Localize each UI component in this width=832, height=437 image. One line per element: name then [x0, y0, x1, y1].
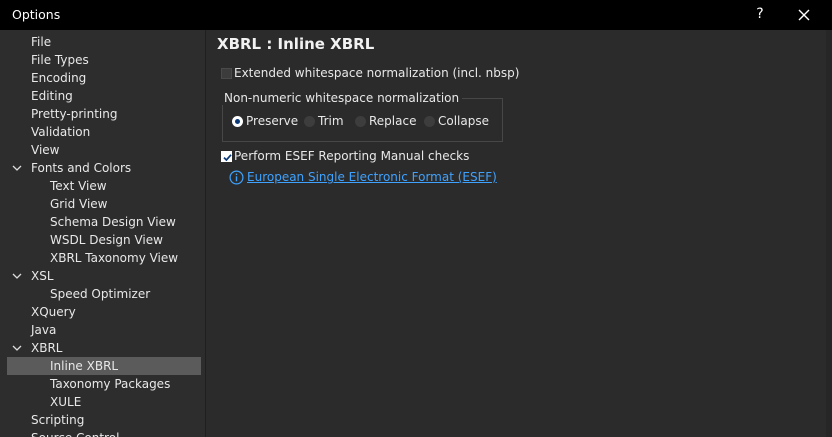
- radio-trim[interactable]: [304, 116, 315, 127]
- tree-item-speed-optimizer[interactable]: Speed Optimizer: [7, 285, 201, 303]
- tree-item-label: Validation: [31, 125, 91, 139]
- panel-edge: [826, 30, 832, 437]
- tree-item-label: View: [31, 143, 60, 157]
- tree-item-inline-xbrl[interactable]: Inline XBRL: [7, 357, 201, 375]
- options-dialog: Options ? File File Types Encoding Editi…: [0, 0, 832, 437]
- esef-link[interactable]: European Single Electronic Format (ESEF): [247, 170, 497, 184]
- tree-item-taxonomy-packages[interactable]: Taxonomy Packages: [7, 375, 201, 393]
- tree-item-label: File: [31, 35, 52, 49]
- close-button[interactable]: [788, 0, 820, 30]
- options-tree[interactable]: File File Types Encoding Editing Pretty-…: [0, 30, 205, 437]
- page-title: XBRL : Inline XBRL: [217, 35, 375, 53]
- tree-item-label: Scripting: [31, 413, 85, 427]
- chevron-down-icon[interactable]: [12, 164, 22, 172]
- tree-item-java[interactable]: Java: [7, 321, 201, 339]
- tree-item-label: XULE: [50, 395, 82, 409]
- radio-collapse[interactable]: [424, 116, 435, 127]
- tree-item-pretty-printing[interactable]: Pretty-printing: [7, 105, 201, 123]
- tree-item-label: Java: [31, 323, 57, 337]
- tree-item-label: XBRL: [31, 341, 63, 355]
- radio-collapse-label[interactable]: Collapse: [438, 114, 489, 128]
- info-icon: [229, 170, 244, 185]
- tree-item-label: XBRL Taxonomy View: [50, 251, 179, 265]
- help-button[interactable]: ?: [748, 0, 772, 30]
- chevron-down-icon[interactable]: [12, 344, 22, 352]
- tree-item-xquery[interactable]: XQuery: [7, 303, 201, 321]
- esef-checks-label[interactable]: Perform ESEF Reporting Manual checks: [234, 149, 469, 163]
- tree-item-label: XSL: [31, 269, 54, 283]
- tree-item-xsl[interactable]: XSL: [7, 267, 201, 285]
- settings-panel: XBRL : Inline XBRL Extended whitespace n…: [206, 30, 826, 437]
- tree-item-label: WSDL Design View: [50, 233, 163, 247]
- radio-preserve[interactable]: [232, 116, 243, 127]
- radio-replace[interactable]: [355, 116, 366, 127]
- tree-item-label: Source Control: [31, 429, 119, 437]
- extended-whitespace-label[interactable]: Extended whitespace normalization (incl.…: [234, 66, 519, 80]
- tree-item-wsdl-design-view[interactable]: WSDL Design View: [7, 231, 201, 249]
- chevron-down-icon[interactable]: [12, 272, 22, 280]
- tree-item-encoding[interactable]: Encoding: [7, 69, 201, 87]
- extended-whitespace-checkbox[interactable]: [221, 68, 232, 79]
- tree-item-view[interactable]: View: [7, 141, 201, 159]
- tree-item-file[interactable]: File: [7, 33, 201, 51]
- tree-item-text-view[interactable]: Text View: [7, 177, 201, 195]
- tree-item-label: XQuery: [31, 305, 76, 319]
- checkmark-icon: [223, 154, 232, 162]
- tree-item-label: Speed Optimizer: [50, 287, 151, 301]
- radio-trim-label[interactable]: Trim: [318, 114, 344, 128]
- tree-item-source-control[interactable]: Source Control: [7, 429, 201, 437]
- tree-item-label: Encoding: [31, 71, 87, 85]
- tree-item-label: Schema Design View: [50, 215, 176, 229]
- tree-item-file-types[interactable]: File Types: [7, 51, 201, 69]
- tree-item-xbrl-taxonomy-view[interactable]: XBRL Taxonomy View: [7, 249, 201, 267]
- title-bar: Options ?: [0, 0, 832, 30]
- esef-checks-checkbox[interactable]: [221, 151, 232, 162]
- tree-item-editing[interactable]: Editing: [7, 87, 201, 105]
- tree-item-validation[interactable]: Validation: [7, 123, 201, 141]
- tree-item-grid-view[interactable]: Grid View: [7, 195, 201, 213]
- tree-item-label: Editing: [31, 89, 73, 103]
- tree-item-label: Pretty-printing: [31, 107, 118, 121]
- tree-item-scripting[interactable]: Scripting: [7, 411, 201, 429]
- tree-item-fonts-and-colors[interactable]: Fonts and Colors: [7, 159, 201, 177]
- tree-item-label: Inline XBRL: [50, 359, 119, 373]
- tree-item-label: Grid View: [50, 197, 108, 211]
- tree-item-xule[interactable]: XULE: [7, 393, 201, 411]
- whitespace-group-legend: Non-numeric whitespace normalization: [222, 91, 463, 105]
- tree-item-label: Fonts and Colors: [31, 161, 132, 175]
- tree-item-xbrl[interactable]: XBRL: [7, 339, 201, 357]
- radio-replace-label[interactable]: Replace: [369, 114, 416, 128]
- tree-item-label: Text View: [50, 179, 107, 193]
- close-icon: [798, 9, 810, 21]
- window-title: Options: [12, 7, 61, 22]
- tree-item-label: File Types: [31, 53, 89, 67]
- tree-item-schema-design-view[interactable]: Schema Design View: [7, 213, 201, 231]
- tree-item-label: Taxonomy Packages: [50, 377, 171, 391]
- radio-preserve-label[interactable]: Preserve: [246, 114, 298, 128]
